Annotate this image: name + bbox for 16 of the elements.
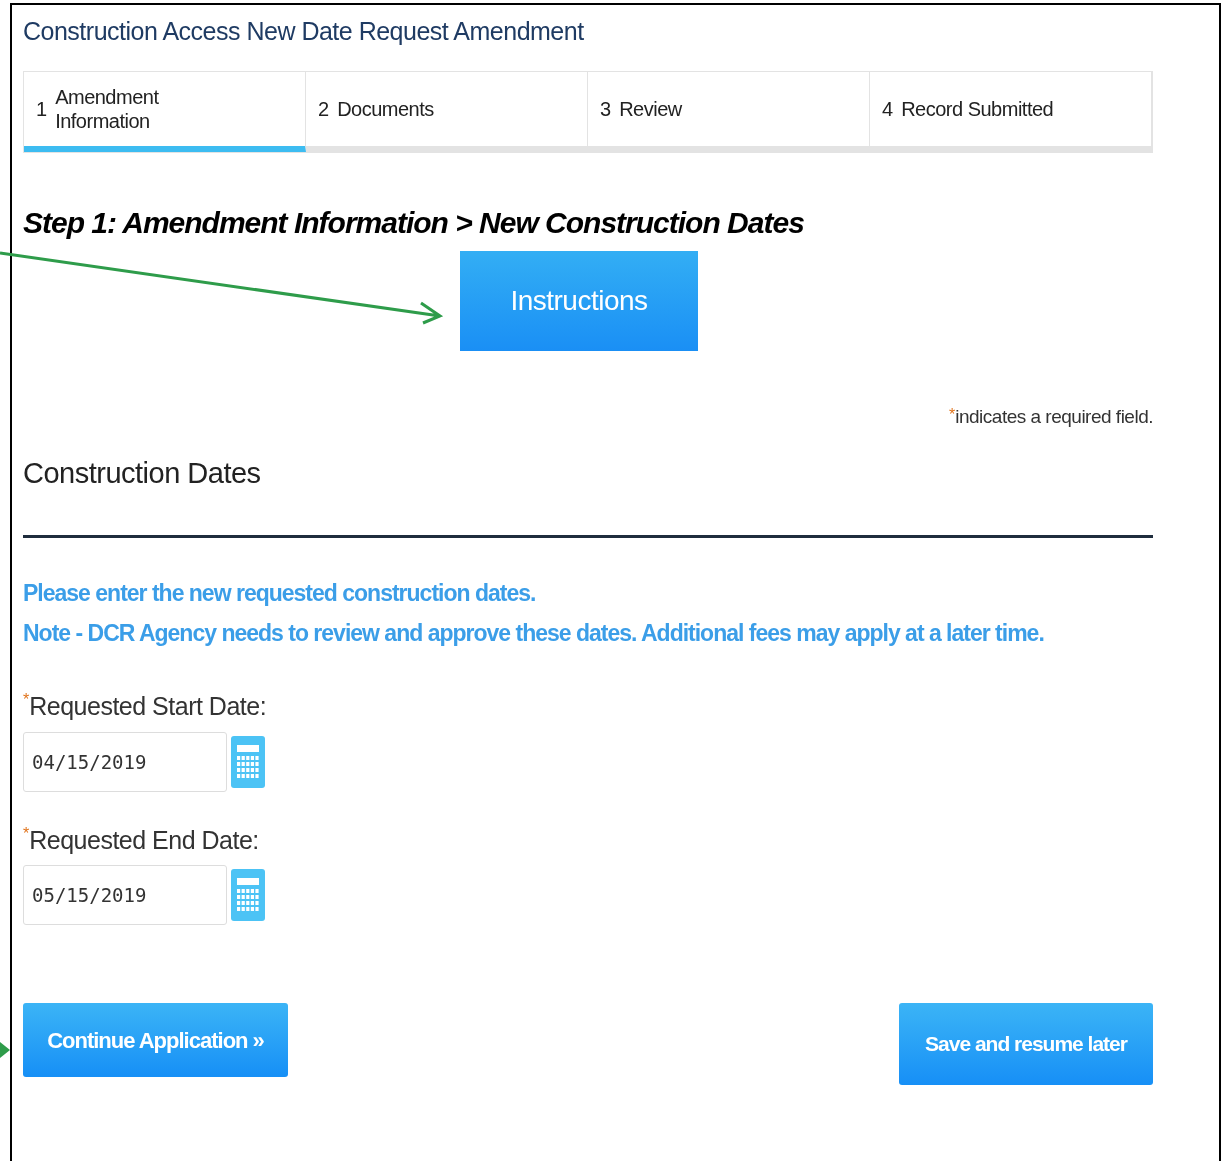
step-tab[interactable]: 2 Documents (306, 72, 588, 152)
date-input[interactable]: 05/15/2019 (23, 865, 227, 925)
date-input[interactable]: 04/15/2019 (23, 731, 227, 792)
section-title: Construction Dates (23, 455, 262, 491)
step-tab[interactable]: 3 Review (588, 72, 870, 152)
step-heading: Step 1: Amendment Information > New Construction Dates (23, 205, 805, 241)
field-label: Requested End Date: (29, 824, 259, 856)
page-title: Construction Access New Date Request Amendment (23, 16, 585, 47)
field-label: Requested Start Date: (29, 691, 267, 722)
required-mark: * (949, 405, 956, 425)
required-mark: * (23, 690, 30, 708)
required-field-note: indicates a required field. (955, 405, 1153, 429)
required-mark: * (23, 823, 30, 842)
instruction-note: Note - DCR Agency needs to review and approve these dates. Additional fees may apply at a later time. (23, 619, 1045, 648)
step-tab[interactable]: 4 Record Submitted (870, 72, 1152, 152)
instruction-note: Please enter the new requested construction dates. (23, 579, 537, 608)
